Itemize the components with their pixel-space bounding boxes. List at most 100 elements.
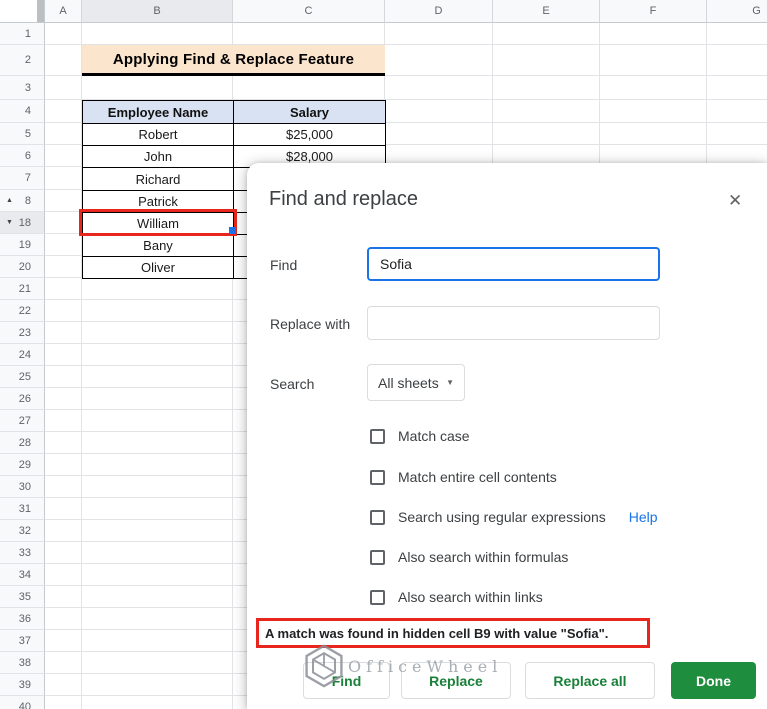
table-cell[interactable]: John — [83, 146, 234, 168]
find-input[interactable] — [367, 247, 660, 281]
spreadsheet-app: ABCDEFG 1 2 3 4 5 6 7 ▲ 8 ▼ 18 19 20 21 22 23 24 25 26 27 28… — [0, 0, 767, 709]
table-row: Robert $25,000 — [83, 124, 386, 146]
find-label: Find — [270, 257, 298, 273]
row-number: 2 — [24, 54, 31, 66]
sheet-title-cell: Applying Find & Replace Feature — [82, 45, 385, 76]
column-header-G[interactable]: G — [707, 0, 767, 23]
checkbox-label: Also search within links — [398, 589, 543, 605]
table-cell[interactable]: $25,000 — [234, 124, 386, 146]
row-header-39[interactable]: 39 — [0, 674, 45, 696]
selection-fill-handle[interactable] — [229, 227, 236, 234]
table-header-cell[interactable]: Salary — [234, 101, 386, 124]
help-link[interactable]: Help — [629, 509, 658, 525]
row-header-38[interactable]: 38 — [0, 652, 45, 674]
row-header-22[interactable]: 22 — [0, 300, 45, 322]
row-header-28[interactable]: 28 — [0, 432, 45, 454]
column-header-E[interactable]: E — [493, 0, 600, 23]
hidden-rows-down-arrow-icon[interactable]: ▼ — [6, 219, 13, 226]
row-header-7[interactable]: 7 — [0, 167, 45, 190]
search-scope-value: All sheets — [378, 374, 439, 391]
row-header-20[interactable]: 20 — [0, 256, 45, 278]
row-header-2[interactable]: 2 — [0, 45, 45, 76]
row-number: 25 — [18, 370, 31, 383]
dialog-title: Find and replace — [269, 188, 418, 210]
row-header-27[interactable]: 27 — [0, 410, 45, 432]
replace-input[interactable] — [367, 306, 660, 340]
row-header-36[interactable]: 36 — [0, 608, 45, 630]
row-header-24[interactable]: 24 — [0, 344, 45, 366]
checkbox-row: Also search within formulas — [370, 548, 568, 566]
row-header-8[interactable]: ▲ 8 — [0, 190, 45, 212]
checkbox-row: Search using regular expressions Help — [370, 508, 658, 526]
row-number: 38 — [18, 656, 31, 669]
row-header-5[interactable]: 5 — [0, 123, 45, 145]
row-header-35[interactable]: 35 — [0, 586, 45, 608]
checkbox[interactable] — [370, 469, 385, 485]
row-header-23[interactable]: 23 — [0, 322, 45, 344]
table-header-cell[interactable]: Employee Name — [83, 101, 234, 124]
replace-with-label: Replace with — [270, 316, 351, 332]
row-number: 37 — [18, 634, 31, 647]
row-number: 4 — [24, 105, 31, 117]
row-number: 34 — [18, 568, 31, 581]
row-header-3[interactable]: 3 — [0, 76, 45, 100]
column-header-A[interactable]: A — [45, 0, 82, 23]
replace-all-button[interactable]: Replace all — [525, 662, 655, 699]
row-header-34[interactable]: 34 — [0, 564, 45, 586]
table-cell[interactable]: Bany — [83, 235, 234, 257]
table-cell[interactable]: Oliver — [83, 257, 234, 279]
row-number: 6 — [24, 149, 31, 162]
search-label: Search — [270, 376, 315, 392]
table-cell[interactable]: Richard — [83, 168, 234, 191]
row-header-32[interactable]: 32 — [0, 520, 45, 542]
checkbox[interactable] — [370, 589, 385, 605]
row-header-26[interactable]: 26 — [0, 388, 45, 410]
checkbox-row: Also search within links — [370, 588, 543, 606]
find-button[interactable]: Find — [303, 662, 390, 699]
row-header-21[interactable]: 21 — [0, 278, 45, 300]
row-number: 33 — [18, 546, 31, 559]
column-header-D[interactable]: D — [385, 0, 493, 23]
checkbox[interactable] — [370, 509, 385, 525]
match-found-message: A match was found in hidden cell B9 with… — [256, 618, 650, 648]
row-number: 36 — [18, 612, 31, 625]
checkbox-label: Match entire cell contents — [398, 469, 557, 485]
checkbox[interactable] — [370, 549, 385, 565]
row-header-19[interactable]: 19 — [0, 234, 45, 256]
search-scope-dropdown[interactable]: All sheets ▼ — [367, 364, 465, 401]
row-number: 1 — [24, 27, 31, 40]
hidden-rows-up-arrow-icon[interactable]: ▲ — [6, 197, 13, 204]
checkbox-label: Also search within formulas — [398, 549, 569, 565]
checkbox[interactable] — [370, 428, 385, 444]
row-header-40[interactable]: 40 — [0, 696, 45, 709]
row-header-31[interactable]: 31 — [0, 498, 45, 520]
row-number: 32 — [18, 524, 31, 537]
select-all-corner[interactable] — [0, 0, 45, 23]
row-header-18[interactable]: ▼ 18 — [0, 212, 45, 234]
column-header-F[interactable]: F — [600, 0, 707, 23]
column-header-B[interactable]: B — [82, 0, 233, 23]
row-header-37[interactable]: 37 — [0, 630, 45, 652]
row-number: 35 — [18, 590, 31, 603]
replace-button[interactable]: Replace — [401, 662, 511, 699]
table-header-row: Employee Name Salary — [83, 101, 386, 124]
checkbox-label: Search using regular expressions — [398, 509, 606, 525]
done-button[interactable]: Done — [671, 662, 756, 699]
row-header-30[interactable]: 30 — [0, 476, 45, 498]
column-header-C[interactable]: C — [233, 0, 385, 23]
checkbox-row: Match case — [370, 427, 470, 445]
row-number: 40 — [18, 700, 31, 709]
row-header-6[interactable]: 6 — [0, 145, 45, 167]
row-header-4[interactable]: 4 — [0, 100, 45, 123]
row-number: 18 — [18, 216, 31, 229]
row-header-29[interactable]: 29 — [0, 454, 45, 476]
row-header-33[interactable]: 33 — [0, 542, 45, 564]
table-cell[interactable]: Robert — [83, 124, 234, 146]
row-number: 39 — [18, 678, 31, 691]
row-header-25[interactable]: 25 — [0, 366, 45, 388]
row-number: 5 — [24, 127, 31, 140]
close-icon[interactable]: ✕ — [728, 191, 742, 211]
row-number: 21 — [18, 282, 31, 295]
corner-strip — [37, 0, 44, 22]
row-header-1[interactable]: 1 — [0, 23, 45, 45]
